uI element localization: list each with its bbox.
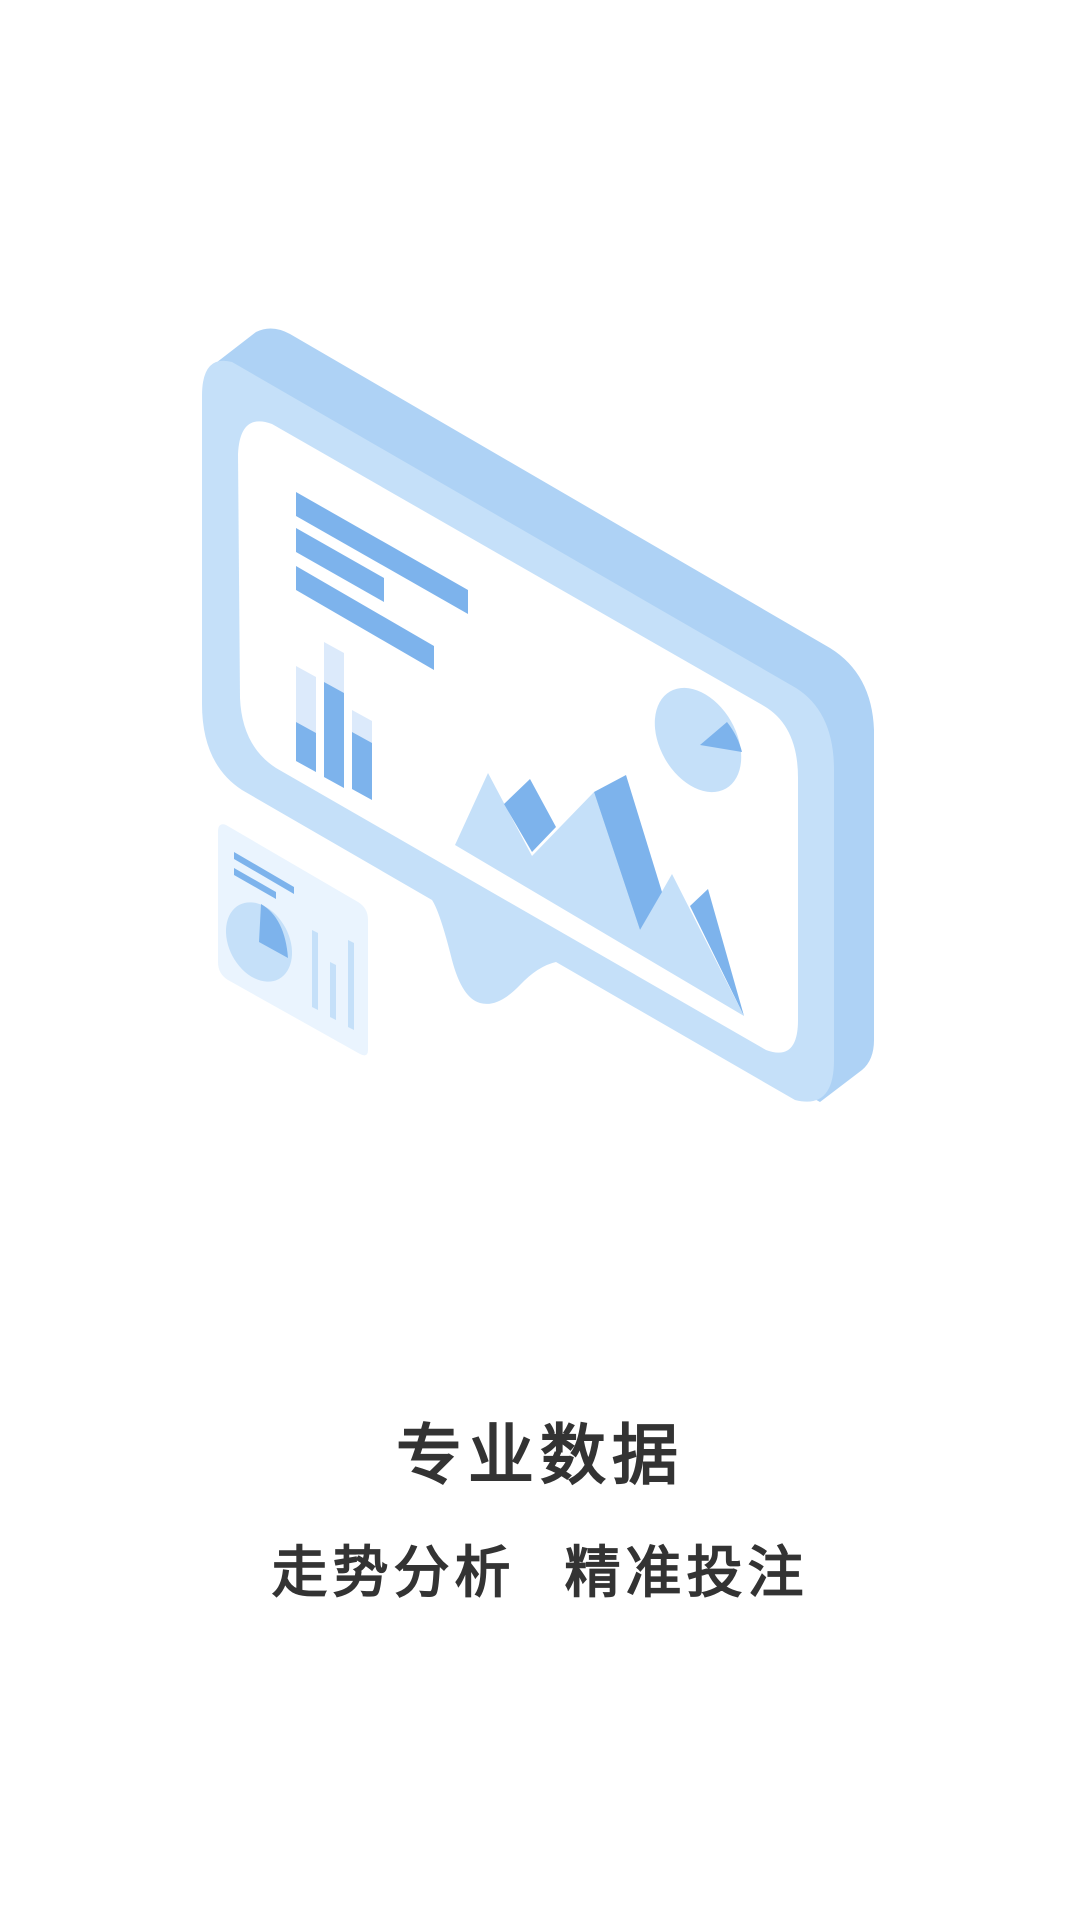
bar (352, 732, 372, 800)
bar (324, 682, 344, 788)
card-bar (330, 962, 336, 1020)
analytics-dashboard-illustration (202, 328, 874, 1102)
side-card (218, 824, 368, 1056)
onboarding-title: 专业数据 (396, 1417, 684, 1494)
onboarding-subtitle: 走势分析 精准投注 (271, 1541, 809, 1606)
onboarding-screen: 专业数据 走势分析 精准投注 (0, 0, 1080, 1920)
card-bar (348, 940, 354, 1030)
card-bar (312, 930, 318, 1010)
